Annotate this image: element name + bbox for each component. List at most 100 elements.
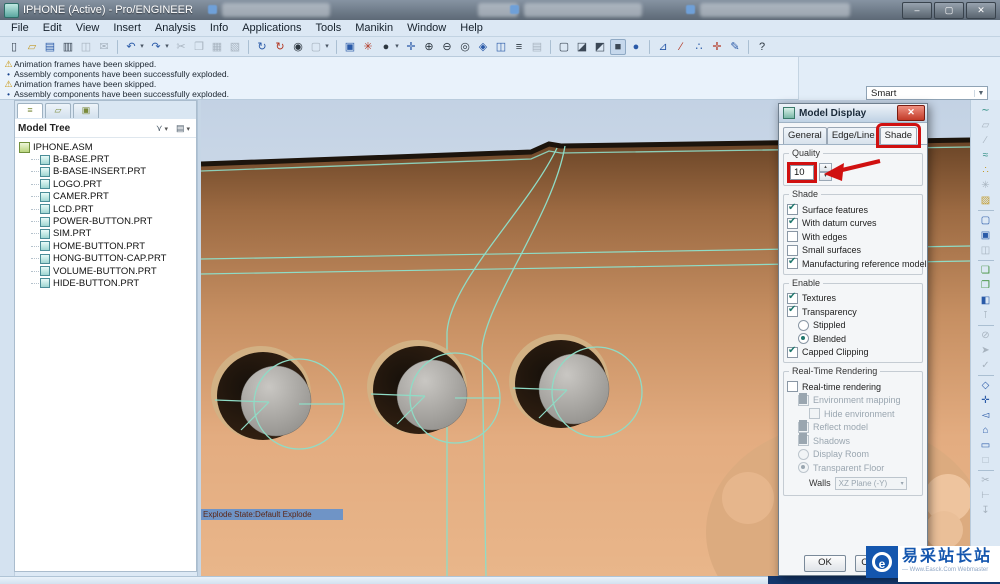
wireframe-button[interactable]: ▢: [556, 39, 572, 55]
enhanced-realism-button[interactable]: ●: [628, 39, 644, 55]
tree-filters-button[interactable]: ⋎ ▾: [153, 123, 171, 134]
shaded-button[interactable]: ■: [610, 38, 626, 55]
with-edges-checkbox[interactable]: With edges: [787, 230, 919, 244]
real-time-rendering-checkbox[interactable]: Real-time rendering: [787, 380, 919, 394]
close-button[interactable]: ✕: [966, 2, 996, 19]
walls-select[interactable]: XZ Plane (-Y) ▾: [834, 476, 907, 490]
datum-axis-tool-button[interactable]: ∕: [977, 133, 994, 148]
shadows-checkbox[interactable]: Shadows: [798, 433, 919, 448]
menu-item[interactable]: Insert: [106, 21, 148, 35]
feature-toolbar-button[interactable]: [977, 470, 994, 471]
project-button[interactable]: ↧: [977, 503, 994, 518]
offset-button[interactable]: ◫: [977, 243, 994, 258]
hidden-line-button[interactable]: ◪: [574, 39, 590, 55]
intersect-button[interactable]: ⊺: [977, 308, 994, 323]
menu-item[interactable]: Manikin: [348, 21, 400, 35]
paste-special-button[interactable]: ▧: [227, 39, 243, 55]
layers-button[interactable]: ≡: [511, 39, 527, 55]
orient-mode-button[interactable]: ✛: [403, 39, 419, 55]
toolbar-button[interactable]: [748, 39, 749, 54]
send-button[interactable]: ✉: [96, 39, 112, 55]
toolbar-button[interactable]: [550, 39, 551, 54]
tree-item[interactable]: CAMER.PRT: [31, 191, 196, 203]
manufacturing-reference-model-checkbox[interactable]: Manufacturing reference model: [787, 256, 927, 271]
undo-button[interactable]: ↶: [123, 39, 139, 55]
menu-item[interactable]: Analysis: [148, 21, 203, 35]
folder-browser-tab[interactable]: ▱: [45, 103, 71, 118]
select-button[interactable]: ▢: [308, 39, 324, 55]
datum-axes-toggle[interactable]: ∕: [673, 39, 689, 55]
selection-filter-combo[interactable]: Smart ▼: [866, 86, 988, 100]
reflect-model-checkbox[interactable]: Reflect model: [798, 419, 919, 435]
use-edge-button[interactable]: ▣: [977, 228, 994, 243]
undo-menu-button[interactable]: ▾: [138, 39, 146, 55]
feature-toolbar-button[interactable]: [977, 325, 994, 326]
refit-button[interactable]: ◎: [457, 39, 473, 55]
tree-item[interactable]: HONG-BUTTON-CAP.PRT: [31, 253, 196, 265]
toolbar-button[interactable]: [336, 39, 337, 54]
tree-columns-button[interactable]: ▤ ▾: [173, 123, 193, 134]
menu-item[interactable]: Help: [453, 21, 490, 35]
mirror-button[interactable]: ◇: [977, 378, 994, 393]
datum-plane-tool-button[interactable]: ▱: [977, 118, 994, 133]
ok-button[interactable]: OK: [804, 555, 846, 572]
favorites-tab[interactable]: ▣: [73, 103, 99, 118]
print-preview-button[interactable]: ◫: [78, 39, 94, 55]
cut-button[interactable]: ✂: [173, 39, 189, 55]
message-area[interactable]: ⚠ Animation frames have been skipped. • …: [0, 57, 798, 100]
find-button[interactable]: ◉: [290, 39, 306, 55]
tree-item[interactable]: SIM.PRT: [31, 228, 196, 240]
dialog-close-button[interactable]: ✕: [897, 105, 925, 121]
merge-button[interactable]: ◧: [977, 293, 994, 308]
curve-tool-button[interactable]: ≈: [977, 148, 994, 163]
tree-root-item[interactable]: IPHONE.ASM: [19, 141, 196, 153]
no-hidden-button[interactable]: ◩: [592, 39, 608, 55]
trim-button[interactable]: ✂: [977, 473, 994, 488]
feature-toolbar-button[interactable]: [977, 375, 994, 376]
tree-item[interactable]: LCD.PRT: [31, 203, 196, 215]
tree-item[interactable]: B-BASE-INSERT.PRT: [31, 166, 196, 178]
spin-down-button[interactable]: ▾: [819, 172, 832, 181]
toolbar-button[interactable]: [649, 39, 650, 54]
redo-button[interactable]: ↷: [148, 39, 164, 55]
maximize-button[interactable]: ▢: [934, 2, 964, 19]
boundary-button[interactable]: ▭: [977, 438, 994, 453]
extrude-button[interactable]: ⊘: [977, 328, 994, 343]
tree-item[interactable]: LOGO.PRT: [31, 178, 196, 190]
tab-general[interactable]: General: [783, 127, 827, 144]
environment-mapping-checkbox[interactable]: Environment mapping: [798, 392, 919, 408]
stippled-radio[interactable]: Stippled: [798, 319, 919, 333]
style-button[interactable]: □: [977, 453, 994, 468]
annotations-toggle[interactable]: ✎: [727, 39, 743, 55]
shade-render-button[interactable]: ●: [378, 39, 394, 55]
sketch-curve-button[interactable]: ∼: [977, 103, 994, 118]
chevron-down-icon[interactable]: ▼: [974, 89, 987, 97]
display-room-radio[interactable]: Display Room: [798, 448, 919, 462]
tab-edge-line[interactable]: Edge/Line: [826, 127, 880, 144]
menu-item[interactable]: Edit: [36, 21, 69, 35]
spin-center-button[interactable]: ✳: [360, 39, 376, 55]
menu-item[interactable]: Tools: [309, 21, 349, 35]
regenerate-button[interactable]: ↻: [254, 39, 270, 55]
context-help-button[interactable]: ?: [754, 39, 770, 55]
menu-item[interactable]: Window: [400, 21, 453, 35]
view-manager-button[interactable]: ◫: [493, 39, 509, 55]
tree-item[interactable]: HOME-BUTTON.PRT: [31, 240, 196, 252]
tree-item[interactable]: HIDE-BUTTON.PRT: [31, 277, 196, 289]
select-menu-button[interactable]: ▾: [323, 39, 331, 55]
print-button[interactable]: ▥: [60, 39, 76, 55]
publish-geometry-button[interactable]: ❐: [977, 278, 994, 293]
datum-planes-toggle[interactable]: ⊿: [655, 39, 671, 55]
toolbar-button[interactable]: [248, 39, 249, 54]
saved-views-button[interactable]: ▤: [529, 39, 545, 55]
menu-item[interactable]: View: [69, 21, 107, 35]
flex-button[interactable]: ⌂: [977, 423, 994, 438]
model-tree-tab[interactable]: ≡: [17, 103, 43, 118]
revolve-button[interactable]: ➤: [977, 343, 994, 358]
sketch-button[interactable]: ▢: [977, 213, 994, 228]
toolbar-button[interactable]: [117, 39, 118, 54]
new-file-button[interactable]: ▯: [6, 39, 22, 55]
tree-item[interactable]: B-BASE.PRT: [31, 153, 196, 165]
tree-item[interactable]: VOLUME-BUTTON.PRT: [31, 265, 196, 277]
csys-toggle[interactable]: ✛: [709, 39, 725, 55]
